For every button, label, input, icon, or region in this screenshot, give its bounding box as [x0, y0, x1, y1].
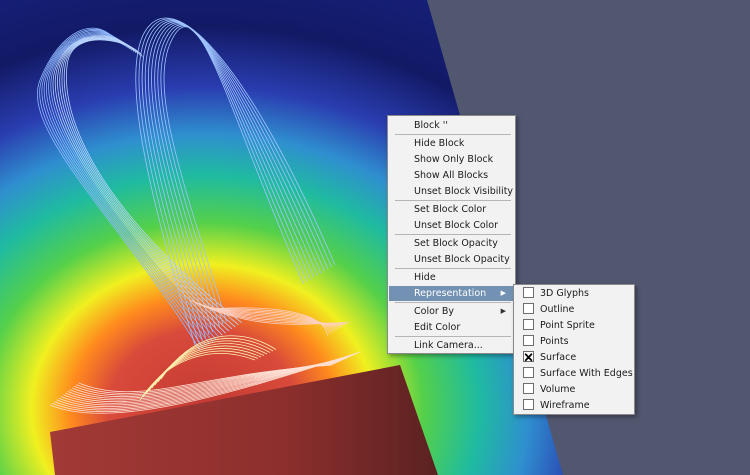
rep-label: Outline	[540, 304, 575, 315]
rep-label: Volume	[540, 384, 576, 395]
set-block-opacity-item[interactable]: Set Block Opacity	[389, 236, 514, 251]
separator	[395, 302, 511, 303]
rep-3d-glyphs-item[interactable]: 3D Glyphs	[515, 286, 633, 301]
checked-checkbox-icon[interactable]: 🗙	[523, 351, 534, 362]
representation-label: Representation	[414, 288, 487, 299]
rep-label: Points	[540, 336, 569, 347]
separator	[395, 336, 511, 337]
color-by-item[interactable]: Color By ▶	[389, 304, 514, 319]
representation-item[interactable]: Representation ▶	[389, 286, 514, 301]
color-by-label: Color By	[414, 306, 454, 317]
rep-label: Wireframe	[540, 400, 590, 411]
checkbox[interactable]	[523, 287, 534, 298]
checkbox[interactable]	[523, 335, 534, 346]
rep-label: Surface With Edges	[540, 368, 633, 379]
show-only-block-item[interactable]: Show Only Block	[389, 152, 514, 167]
block-title-item: Block ''	[414, 120, 448, 131]
checkbox[interactable]	[523, 399, 534, 410]
submenu-arrow-icon: ▶	[500, 289, 506, 297]
checkbox[interactable]	[523, 319, 534, 330]
rep-label: Surface	[540, 352, 577, 363]
context-menu: Block '' Hide Block Show Only Block Show…	[387, 115, 516, 354]
rep-surface-with-edges-item[interactable]: Surface With Edges	[515, 366, 633, 381]
link-camera-item[interactable]: Link Camera...	[389, 338, 514, 353]
checkbox[interactable]	[523, 383, 534, 394]
hide-block-item[interactable]: Hide Block	[389, 136, 514, 151]
unset-block-color-item[interactable]: Unset Block Color	[389, 218, 514, 233]
rep-label: 3D Glyphs	[540, 288, 590, 299]
rep-surface-item[interactable]: 🗙 Surface	[515, 350, 633, 365]
separator	[395, 268, 511, 269]
show-all-blocks-item[interactable]: Show All Blocks	[389, 168, 514, 183]
separator	[395, 200, 511, 201]
rep-point-sprite-item[interactable]: Point Sprite	[515, 318, 633, 333]
rep-label: Point Sprite	[540, 320, 595, 331]
rep-wireframe-item[interactable]: Wireframe	[515, 398, 633, 413]
unset-block-opacity-item[interactable]: Unset Block Opacity	[389, 252, 514, 267]
checkbox[interactable]	[523, 367, 534, 378]
unset-block-visibility-item[interactable]: Unset Block Visibility	[389, 184, 514, 199]
hide-item[interactable]: Hide	[389, 270, 514, 285]
rep-volume-item[interactable]: Volume	[515, 382, 633, 397]
render-view[interactable]	[0, 0, 750, 475]
rep-outline-item[interactable]: Outline	[515, 302, 633, 317]
edit-color-item[interactable]: Edit Color	[389, 320, 514, 335]
submenu-arrow-icon: ▶	[500, 307, 506, 315]
representation-submenu: 3D Glyphs Outline Point Sprite Points 🗙 …	[513, 284, 635, 415]
rep-points-item[interactable]: Points	[515, 334, 633, 349]
set-block-color-item[interactable]: Set Block Color	[389, 202, 514, 217]
checkbox[interactable]	[523, 303, 534, 314]
separator	[395, 134, 511, 135]
separator	[395, 234, 511, 235]
